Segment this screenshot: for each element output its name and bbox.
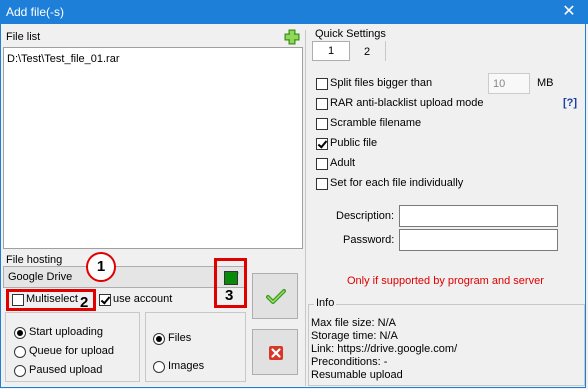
cancel-button[interactable]	[252, 329, 298, 375]
start-uploading-label[interactable]: Start uploading	[29, 326, 103, 338]
file-list-item[interactable]: D:\Test\Test_file_01.rar	[7, 53, 120, 65]
quick-settings-label: Quick Settings	[315, 28, 386, 40]
paused-upload-label[interactable]: Paused upload	[29, 364, 102, 376]
annotation-2: 2	[80, 294, 89, 311]
plus-icon[interactable]	[284, 29, 300, 45]
support-note: Only if supported by program and server	[347, 275, 544, 287]
file-hosting-value: Google Drive	[8, 271, 73, 283]
ok-button[interactable]	[252, 273, 298, 319]
tab-divider	[385, 41, 386, 61]
check-icon	[266, 289, 286, 304]
annotation-3: 3	[225, 287, 234, 304]
images-radio[interactable]	[153, 361, 165, 373]
files-label[interactable]: Files	[168, 332, 191, 344]
split-size-input[interactable]: 10	[488, 73, 530, 94]
split-unit-label: MB	[537, 77, 554, 89]
paused-upload-radio[interactable]	[14, 365, 26, 377]
tab-1[interactable]: 1	[312, 41, 350, 61]
use-account-label[interactable]: use account	[113, 293, 172, 305]
tab-2[interactable]: 2	[352, 43, 382, 61]
file-list[interactable]: D:\Test\Test_file_01.rar	[3, 47, 303, 249]
set-each-file-label[interactable]: Set for each file individually	[330, 177, 463, 189]
rar-antiblacklist-label[interactable]: RAR anti-blacklist upload mode	[330, 97, 483, 109]
images-label[interactable]: Images	[168, 360, 204, 372]
x-icon	[269, 346, 283, 360]
window-title: Add file(-s)	[6, 5, 65, 19]
rar-antiblacklist-checkbox[interactable]	[316, 98, 328, 110]
file-list-label: File list	[6, 31, 41, 43]
split-files-label[interactable]: Split files bigger than	[330, 77, 432, 89]
files-radio[interactable]	[153, 333, 165, 345]
split-files-checkbox[interactable]	[316, 78, 328, 90]
scramble-filename-checkbox[interactable]	[316, 118, 328, 130]
info-link: Link: https://drive.google.com/	[311, 343, 458, 355]
adult-label[interactable]: Adult	[330, 157, 355, 169]
help-link[interactable]: [?]	[563, 97, 577, 109]
split-size-value: 10	[493, 78, 506, 90]
annotation-1: 1	[86, 252, 116, 282]
description-label: Description:	[336, 210, 395, 222]
info-label: Info	[314, 297, 337, 309]
file-hosting-label: File hosting	[6, 254, 63, 266]
queue-upload-radio[interactable]	[14, 346, 26, 358]
panel-divider	[305, 30, 306, 386]
set-each-file-checkbox[interactable]	[316, 178, 328, 190]
start-uploading-radio[interactable]	[14, 327, 26, 339]
file-hosting-select[interactable]: Google Drive ﹀	[3, 266, 247, 288]
password-label: Password:	[343, 234, 395, 246]
adult-checkbox[interactable]	[316, 158, 328, 170]
password-input[interactable]	[399, 229, 558, 251]
info-max-size: Max file size: N/A	[311, 317, 396, 329]
info-preconditions: Preconditions: -	[311, 356, 388, 368]
public-file-checkbox[interactable]	[316, 138, 328, 150]
queue-upload-label[interactable]: Queue for upload	[29, 345, 114, 357]
use-account-checkbox[interactable]	[99, 294, 111, 306]
title-bar: Add file(-s) ✕	[0, 0, 588, 24]
info-resumable: Resumable upload	[311, 369, 403, 381]
info-storage-time: Storage time: N/A	[311, 330, 398, 342]
description-input[interactable]	[399, 205, 558, 227]
public-file-label[interactable]: Public file	[330, 137, 377, 149]
scramble-filename-label[interactable]: Scramble filename	[330, 117, 421, 129]
close-icon[interactable]: ✕	[556, 2, 582, 22]
